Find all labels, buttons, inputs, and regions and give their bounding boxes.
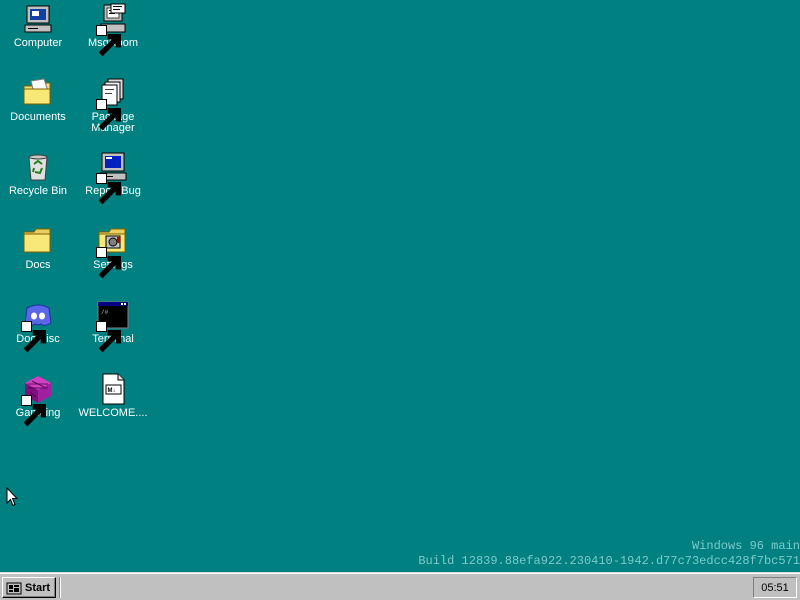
settings-icon: [96, 224, 130, 279]
terminal-icon: /#: [96, 298, 130, 353]
desktop-icon-settings[interactable]: Settings: [76, 224, 150, 292]
shortcut-arrow-icon: [96, 321, 121, 353]
build-watermark: Windows 96 main Build 12839.88efa922.230…: [418, 539, 800, 569]
start-logo-icon: [6, 582, 22, 594]
shortcut-arrow-icon: [96, 99, 121, 131]
start-button-label: Start: [25, 581, 51, 594]
desktop-icon-terminal[interactable]: /# Terminal: [76, 298, 150, 366]
desktop-icon-label: Documents: [10, 111, 66, 123]
report-bug-icon: [96, 150, 130, 205]
taskbar: Start 05:51: [0, 572, 800, 600]
desktop-icon-label: WELCOME....: [78, 407, 148, 419]
documents-folder-icon: [21, 76, 55, 110]
clock-time: 05:51: [761, 581, 789, 594]
computer-icon: [21, 2, 55, 36]
svg-text:M↓: M↓: [108, 388, 116, 394]
desktop-icon-label: Computer: [13, 37, 63, 49]
package-manager-icon: [96, 76, 130, 131]
shortcut-arrow-icon: [96, 247, 121, 279]
desktop-icon-label: Docs: [25, 259, 51, 271]
desktop-icon-package-manager[interactable]: Package Manager: [76, 76, 150, 144]
watermark-build-string: Build 12839.88efa922.230410-1942.d77c73e…: [418, 554, 800, 568]
desktop-icon-computer[interactable]: Computer: [1, 2, 75, 70]
shortcut-arrow-icon: [21, 395, 46, 427]
desktop-icon-welcome[interactable]: M↓ WELCOME....: [76, 372, 150, 440]
shortcut-arrow-icon: [96, 173, 121, 205]
taskbar-separator: [59, 577, 61, 598]
desktop-icon-label: Recycle Bin: [8, 185, 68, 197]
svg-text:/#: /#: [101, 309, 109, 316]
markdown-file-icon: M↓: [96, 372, 130, 406]
desktop-icon-recycle-bin[interactable]: Recycle Bin: [1, 150, 75, 218]
desktop-icon-msgroom[interactable]: MsgRoom: [76, 2, 150, 70]
desktop-icon-gameing[interactable]: Gameing: [1, 372, 75, 440]
gameing-icon: [21, 372, 55, 427]
msgroom-icon: [96, 2, 130, 57]
desktop-icon-documents[interactable]: Documents: [1, 76, 75, 144]
mouse-cursor-icon: [6, 487, 18, 507]
recycle-bin-icon: [21, 150, 55, 184]
shortcut-arrow-icon: [96, 25, 121, 57]
system-tray-clock[interactable]: 05:51: [753, 577, 797, 598]
folder-icon: [21, 224, 55, 258]
desktop[interactable]: Computer Documents Recycle Bin Docs Door…: [0, 0, 800, 572]
desktop-icon-docs[interactable]: Docs: [1, 224, 75, 292]
start-button[interactable]: Start: [2, 577, 56, 598]
shortcut-arrow-icon: [21, 321, 46, 353]
watermark-os-name: Windows 96 main: [691, 539, 800, 553]
desktop-icon-report-bug[interactable]: Report Bug: [76, 150, 150, 218]
desktop-icon-doordisc[interactable]: Doordisc: [1, 298, 75, 366]
doordisc-icon: [21, 298, 55, 353]
